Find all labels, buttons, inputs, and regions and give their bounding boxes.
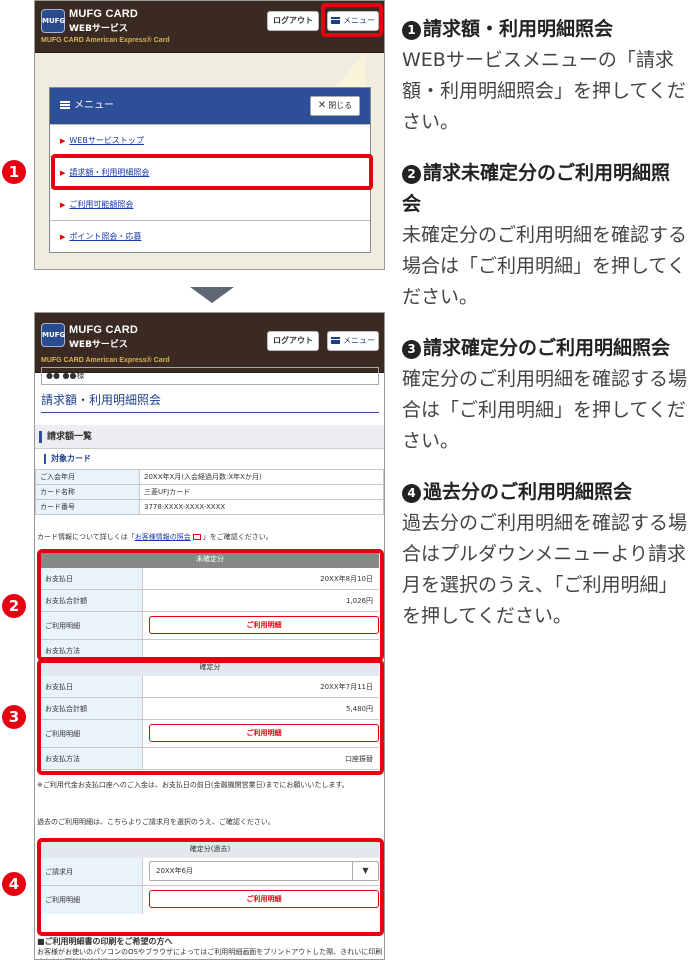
page-title: 請求額・利用明細照会 — [41, 387, 379, 413]
instruction-3: 3 請求確定分のご利用明細照会 確定分のご利用明細を確認する場合は「ご利用明細」を… — [402, 333, 688, 457]
instruction-body: WEBサービスメニューの「請求額・利用明細照会」を押してください。 — [402, 49, 686, 133]
row-label: カード番号 — [35, 499, 140, 515]
step-number-icon: 3 — [402, 340, 421, 359]
close-menu-button[interactable]: ✕ 閉じる — [310, 96, 360, 116]
print-note: ■ご利用明細書の印刷をご希望の方へ お客様がお使いのパソコンのOSやブラウザによ… — [37, 937, 383, 959]
past-highlight — [37, 838, 384, 936]
hamburger-icon — [331, 337, 340, 344]
menu-item-label: ポイント照会・応募 — [69, 232, 142, 241]
user-name: ●● ●●様 — [41, 367, 379, 385]
row-label: ご入会年月 — [35, 469, 140, 485]
menu-button[interactable]: メニュー — [327, 331, 379, 351]
brand-service: WEBサービス — [69, 340, 128, 350]
arrow-right-icon: ▶ — [60, 233, 66, 241]
instruction-title: 1 請求額・利用明細照会 — [402, 14, 688, 45]
print-note-text: お客様がお使いのパソコンのOSやブラウザによってはご利用明細画面をプリントアウト… — [37, 948, 383, 959]
target-card-label: 対象カード — [41, 451, 379, 467]
instruction-title-text: 請求額・利用明細照会 — [423, 18, 614, 40]
menu-item-label: WEBサービストップ — [69, 136, 144, 145]
step-number-icon: 2 — [402, 165, 421, 184]
card-note-text-end: 」をご確認ください。 — [202, 533, 273, 541]
confirmed-highlight — [37, 659, 384, 775]
instruction-title: 4 過去分のご利用明細照会 — [402, 477, 688, 508]
logout-button[interactable]: ログアウト — [267, 11, 319, 31]
menu-item-label: ご利用可能額照会 — [69, 200, 134, 209]
arrow-right-icon: ▶ — [60, 201, 66, 209]
menu-panel-header: メニュー ✕ 閉じる — [50, 88, 370, 124]
instruction-title: 3 請求確定分のご利用明細照会 — [402, 333, 688, 364]
menu-item-available-amount[interactable]: ▶ ご利用可能額照会 — [50, 188, 370, 220]
hamburger-icon — [60, 101, 70, 109]
down-arrow-icon — [190, 287, 234, 303]
instruction-1: 1 請求額・利用明細照会 WEBサービスメニューの「請求額・利用明細照会」を押して… — [402, 14, 688, 138]
menu-item-web-top[interactable]: ▶ WEBサービストップ — [50, 124, 370, 156]
table-row: カード番号 3778-XXXX-XXXX-XXXX — [35, 499, 384, 515]
instruction-title-text: 請求確定分のご利用明細照会 — [423, 337, 671, 359]
instruction-body: 未確定分のご利用明細を確認する場合は「ご利用明細」を押してください。 — [402, 224, 688, 308]
transfer-note: ※ご利用代金お支払口座へのご入金は、お支払日の前日(金融機関営業日)までにお願い… — [37, 781, 349, 789]
section-title: 請求額一覧 — [35, 425, 384, 449]
instruction-2: 2 請求未確定分のご利用明細照会 未確定分のご利用明細を確認する場合は「ご利用明細… — [402, 158, 688, 313]
mufg-card-logo-icon: MUFG — [41, 9, 65, 33]
instruction-body: 過去分のご利用明細を確認する場合はプルダウンメニューより請求月を選択のうえ、「ご… — [402, 512, 688, 627]
brand-name: MUFG CARD — [69, 324, 139, 336]
instruction-4: 4 過去分のご利用明細照会 過去分のご利用明細を確認する場合はプルダウンメニューよ… — [402, 477, 688, 632]
step-badge-3: 3 — [2, 705, 26, 729]
row-value: 3778-XXXX-XXXX-XXXX — [139, 499, 384, 515]
statement-item-highlight — [51, 154, 373, 190]
unconfirmed-highlight — [37, 549, 384, 661]
instruction-title-text: 過去分のご利用明細照会 — [423, 481, 633, 503]
print-note-title: ■ご利用明細書の印刷をご希望の方へ — [37, 937, 173, 946]
card-note-text: カード情報について詳しくは「 — [37, 533, 135, 541]
card-info-table: ご入会年月 20XX年X月(入会経過月数:X年Xか月) カード名称 三菱UFJカード… — [35, 469, 384, 515]
instruction-body: 確定分のご利用明細を確認する場合は「ご利用明細」を押してください。 — [402, 368, 688, 452]
step-number-icon: 4 — [402, 484, 421, 503]
instruction-title: 2 請求未確定分のご利用明細照会 — [402, 158, 688, 220]
menu-item-points[interactable]: ▶ ポイント照会・応募 — [50, 220, 370, 252]
brand-service: WEBサービス — [69, 24, 128, 34]
row-value: 三菱UFJカード — [139, 484, 384, 500]
brand-card-name: MUFG CARD American Express® Card — [41, 357, 170, 364]
menu-screenshot: MUFG MUFG CARD WEBサービス MUFG CARD America… — [34, 0, 385, 270]
logout-button[interactable]: ログアウト — [267, 331, 319, 351]
app-header: MUFG MUFG CARD WEBサービス MUFG CARD America… — [35, 1, 384, 53]
statement-screenshot: MUFG MUFG CARD WEBサービス MUFG CARD America… — [34, 312, 385, 960]
menu-button-highlight — [321, 3, 383, 37]
step-badge-1: 1 — [2, 160, 26, 184]
past-note: 過去のご利用明細は、こちらよりご請求月を選択のうえ、ご確認ください。 — [37, 818, 275, 826]
brand-card-name: MUFG CARD American Express® Card — [41, 37, 170, 44]
mufg-card-logo-icon: MUFG — [41, 323, 65, 347]
row-value: 20XX年X月(入会経過月数:X年Xか月) — [139, 469, 384, 485]
step-number-icon: 1 — [402, 21, 421, 40]
instruction-title-text: 請求未確定分のご利用明細照会 — [402, 162, 671, 215]
table-row: ご入会年月 20XX年X月(入会経過月数:X年Xか月) — [35, 469, 384, 485]
card-info-note: カード情報について詳しくは「お客様情報の照会 」をご確認ください。 — [37, 531, 383, 543]
row-label: カード名称 — [35, 484, 140, 500]
brand-name: MUFG CARD — [69, 8, 139, 20]
step-badge-4: 4 — [2, 872, 26, 896]
external-window-icon — [192, 534, 201, 540]
step-badge-2: 2 — [2, 594, 26, 618]
close-icon: ✕ — [317, 100, 327, 111]
table-row: カード名称 三菱UFJカード — [35, 484, 384, 500]
arrow-right-icon: ▶ — [60, 137, 66, 145]
close-menu-label: 閉じる — [328, 101, 353, 110]
menu-panel-title: メニュー — [74, 100, 114, 111]
customer-info-link[interactable]: お客様情報の照会 — [135, 533, 191, 541]
menu-button-label: メニュー — [343, 336, 375, 345]
app-header: MUFG MUFG CARD WEBサービス MUFG CARD America… — [35, 313, 384, 373]
instructions: 1 請求額・利用明細照会 WEBサービスメニューの「請求額・利用明細照会」を押して… — [402, 14, 688, 652]
